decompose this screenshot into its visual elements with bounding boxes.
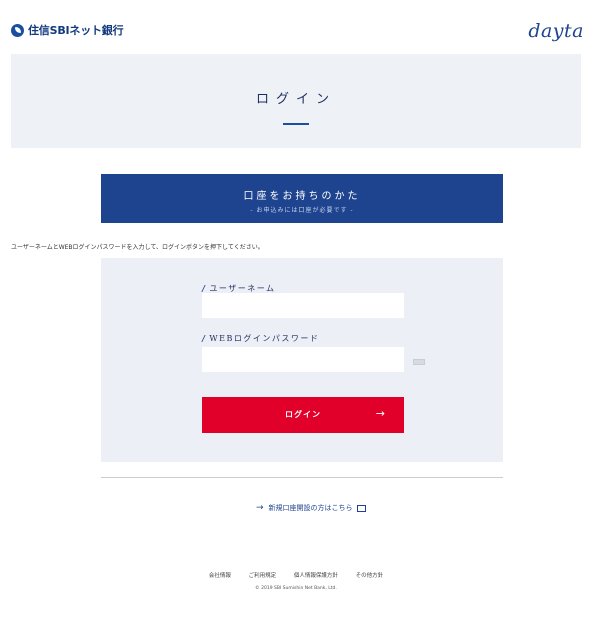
banner-subtitle: - お申込みには口座が必要です - <box>250 207 354 214</box>
section-divider <box>101 477 503 478</box>
new-account-link[interactable]: → 新規口座開設の方はこちら <box>256 503 366 513</box>
login-button-label: ログイン <box>285 410 321 419</box>
password-input[interactable] <box>202 347 404 372</box>
login-button[interactable]: ログイン → <box>202 397 404 433</box>
copyright: © 2019 SBI Sumishin Net Bank, Ltd. <box>255 586 337 591</box>
label-slash-icon: / <box>202 283 207 293</box>
banner-title: 口座をお持ちのかた <box>243 191 361 202</box>
new-account-link-label: 新規口座開設の方はこちら <box>268 504 353 512</box>
footer-link-privacy[interactable]: 個人情報保護方針 <box>294 573 338 579</box>
password-label: / WEBログインパスワード <box>202 333 319 344</box>
title-underline <box>283 123 309 125</box>
bank-logo-icon <box>11 23 24 37</box>
login-instruction: ユーザーネームとWEBログインパスワードを入力して、ログインボタンを押下してくだ… <box>11 244 264 251</box>
username-label-text: ユーザーネーム <box>209 284 276 293</box>
username-input[interactable] <box>202 293 404 318</box>
footer-link-other-policies[interactable]: その他方針 <box>356 573 384 579</box>
show-password-icon[interactable] <box>413 359 425 365</box>
footer-link-company[interactable]: 会社情報 <box>209 573 231 579</box>
label-slash-icon: / <box>202 333 207 343</box>
account-holder-banner: 口座をお持ちのかた - お申込みには口座が必要です - <box>101 174 503 223</box>
page-title: ログイン <box>255 92 336 107</box>
page-hero: ログイン <box>11 54 581 148</box>
bank-logo-text: 住信SBIネット銀行 <box>28 24 124 37</box>
dayta-logo[interactable]: dayta <box>528 20 584 42</box>
password-label-text: WEBログインパスワード <box>209 334 320 343</box>
footer-links: 会社情報 ご利用規定 個人情報保護方針 その他方針 <box>0 571 592 579</box>
arrow-right-icon: → <box>375 407 386 420</box>
external-window-icon <box>356 504 366 512</box>
bank-logo[interactable]: 住信SBIネット銀行 <box>11 22 124 38</box>
footer-link-terms[interactable]: ご利用規定 <box>249 573 277 579</box>
arrow-right-icon: → <box>256 503 264 513</box>
site-header: 住信SBIネット銀行 dayta <box>0 0 592 54</box>
